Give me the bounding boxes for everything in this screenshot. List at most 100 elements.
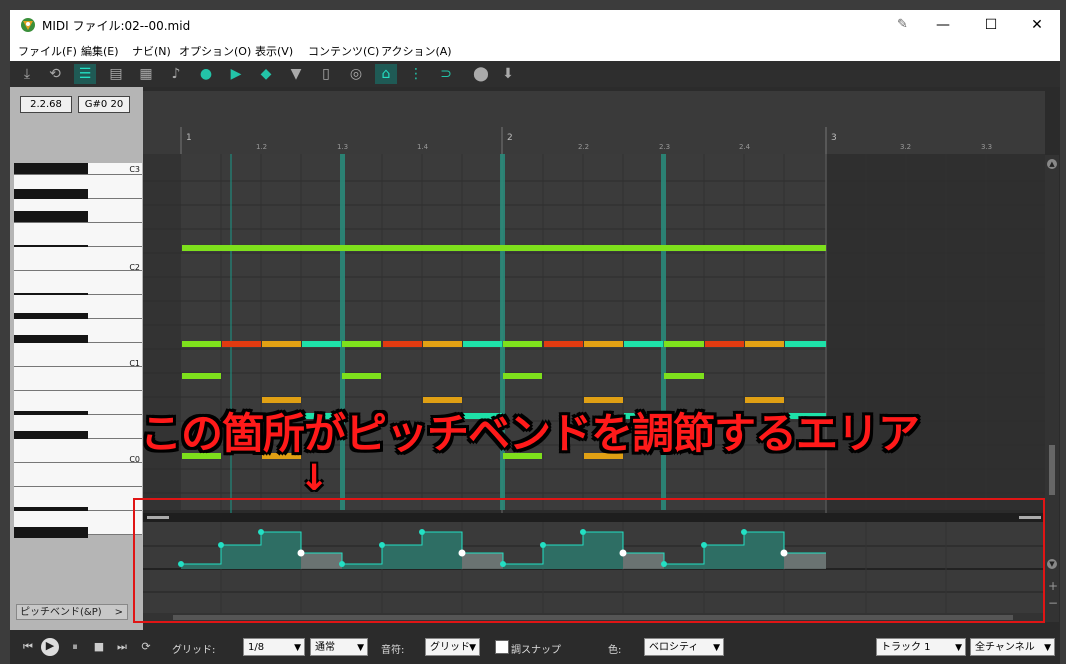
maximize-button[interactable]: ☐ — [976, 14, 1006, 36]
transport-bar: ⏮ ▶ ⏸ ■ ⏭ ⟳ グリッド: 1/8 ▼ 通常 ▼ 音符: グリッド ▼ … — [10, 630, 1060, 664]
chevron-down-icon: ▼ — [1044, 643, 1051, 653]
scroll-thumb[interactable] — [1049, 445, 1055, 495]
play-icon[interactable]: ▶ — [225, 64, 247, 84]
loop-icon[interactable]: ⟲ — [44, 64, 66, 84]
track-select[interactable]: トラック 1 ▼ — [876, 638, 966, 656]
piano-key[interactable] — [14, 343, 142, 367]
repeat-icon[interactable]: ⟳ — [138, 639, 154, 655]
magnet-icon[interactable]: ⊃ — [435, 64, 457, 84]
chevron-down-icon: ▼ — [955, 643, 962, 653]
ruler-beat: 2.2 — [578, 143, 589, 151]
grid-label: グリッド: — [172, 645, 216, 656]
play-button[interactable]: ▶ — [41, 638, 59, 656]
color-icon[interactable]: ◆ — [255, 64, 277, 84]
grid-select[interactable]: 1/8 ▼ — [243, 638, 305, 656]
scroll-down-icon[interactable]: ▼ — [1047, 559, 1057, 569]
piano-key[interactable] — [14, 211, 88, 222]
piano-key[interactable] — [14, 463, 142, 487]
list-icon[interactable]: ▯ — [315, 64, 337, 84]
vertical-scrollbar[interactable]: ▲ ▼ + − — [1045, 155, 1059, 622]
piano-key[interactable] — [14, 367, 142, 391]
grid-mode-value: 通常 — [315, 642, 335, 653]
step-record-icon[interactable]: ⬤ — [470, 64, 492, 84]
quantize-icon[interactable]: ◎ — [345, 64, 367, 84]
piano-roll-view-icon[interactable]: ☰ — [74, 64, 96, 84]
channel-select-value: 全チャンネル — [975, 642, 1035, 653]
midi-note[interactable] — [664, 341, 704, 347]
window-title: MIDI ファイル:02--00.mid — [42, 19, 191, 33]
menu-contents[interactable]: コンテンツ(C) — [308, 43, 379, 59]
color-select-value: ベロシティ — [649, 642, 699, 653]
midi-note[interactable] — [302, 341, 341, 347]
piano-key[interactable] — [14, 247, 142, 271]
go-to-start-icon[interactable]: ⏮ — [20, 639, 36, 655]
close-button[interactable]: ✕ — [1022, 14, 1052, 36]
minimize-button[interactable]: — — [928, 14, 958, 36]
midi-note[interactable] — [342, 373, 381, 379]
title-bar: MIDI ファイル:02--00.mid ✎ — ☐ ✕ — [10, 10, 1060, 40]
midi-note[interactable] — [785, 341, 826, 347]
midi-note[interactable] — [745, 341, 784, 347]
menu-edit[interactable]: 編集(E) — [81, 43, 119, 59]
chevron-down-icon: ▼ — [294, 643, 301, 653]
midi-note[interactable] — [503, 373, 542, 379]
key-snap-checkbox[interactable] — [495, 640, 509, 654]
ruler-bar-3: 3 — [831, 133, 837, 143]
piano-key[interactable] — [14, 527, 88, 538]
ruler-bar-1: 1 — [186, 133, 192, 143]
notes-select-value: グリッド — [430, 642, 470, 653]
channel-select[interactable]: 全チャンネル ▼ — [970, 638, 1055, 656]
ruler-beat: 2.4 — [739, 143, 751, 151]
zoom-in-icon[interactable]: + — [1048, 579, 1058, 593]
grid-icon[interactable]: ⋮ — [405, 64, 427, 84]
cc-lane-selector[interactable]: ピッチベンド(&P) > — [16, 604, 128, 620]
menu-navigate[interactable]: ナビ(N) — [132, 43, 171, 59]
menu-view[interactable]: 表示(V) — [255, 43, 293, 59]
track-select-value: トラック 1 — [881, 642, 931, 653]
midi-note[interactable] — [705, 341, 744, 347]
midi-note[interactable] — [182, 341, 221, 347]
menu-file[interactable]: ファイル(F) — [18, 43, 77, 59]
octave-label-c3: C3 — [129, 165, 140, 174]
stop-button[interactable]: ■ — [91, 639, 107, 655]
notation-icon[interactable]: ♪ — [165, 64, 187, 84]
go-to-end-icon[interactable]: ⏭ — [114, 639, 130, 655]
midi-note[interactable] — [182, 373, 221, 379]
midi-note[interactable] — [182, 245, 826, 251]
filter-icon[interactable]: ▼ — [285, 64, 307, 84]
scroll-up-icon[interactable]: ▲ — [1047, 159, 1057, 169]
midi-note[interactable] — [222, 341, 261, 347]
midi-note[interactable] — [584, 341, 623, 347]
left-panel: 2.2.68 G#0 20 C3 C2 C1 C0 ピッチベンド(&P) > — [10, 87, 143, 647]
piano-key[interactable] — [14, 223, 142, 247]
color-select[interactable]: ベロシティ ▼ — [644, 638, 724, 656]
insert-icon[interactable]: ⤓ — [16, 64, 38, 84]
midi-note[interactable] — [544, 341, 583, 347]
midi-note[interactable] — [463, 341, 502, 347]
event-list-view-icon[interactable]: ▦ — [135, 64, 157, 84]
piano-key[interactable] — [14, 439, 142, 463]
midi-note[interactable] — [624, 341, 663, 347]
piano-keyboard[interactable]: C3 C2 C1 C0 — [14, 163, 142, 539]
input-icon[interactable]: ⬇ — [497, 64, 519, 84]
midi-note[interactable] — [423, 341, 462, 347]
track-list-icon[interactable]: ● — [195, 64, 217, 84]
zoom-out-icon[interactable]: − — [1048, 596, 1058, 610]
notes-select[interactable]: グリッド ▼ — [425, 638, 480, 656]
color-label: 色: — [608, 645, 622, 656]
midi-note[interactable] — [383, 341, 422, 347]
midi-note[interactable] — [262, 341, 301, 347]
piano-key[interactable] — [14, 271, 142, 295]
midi-note[interactable] — [664, 373, 704, 379]
piano-key[interactable] — [14, 163, 88, 174]
menu-actions[interactable]: アクション(A) — [381, 43, 452, 59]
menu-options[interactable]: オプション(O) — [179, 43, 251, 59]
pin-icon[interactable]: ✎ — [897, 17, 908, 32]
named-notes-view-icon[interactable]: ▤ — [105, 64, 127, 84]
grid-mode-select[interactable]: 通常 ▼ — [310, 638, 368, 656]
ruler-beat: 1.2 — [256, 143, 267, 151]
snap-icon[interactable]: ⌂ — [375, 64, 397, 84]
midi-note[interactable] — [503, 341, 542, 347]
pause-button[interactable]: ⏸ — [67, 639, 83, 655]
midi-note[interactable] — [342, 341, 381, 347]
